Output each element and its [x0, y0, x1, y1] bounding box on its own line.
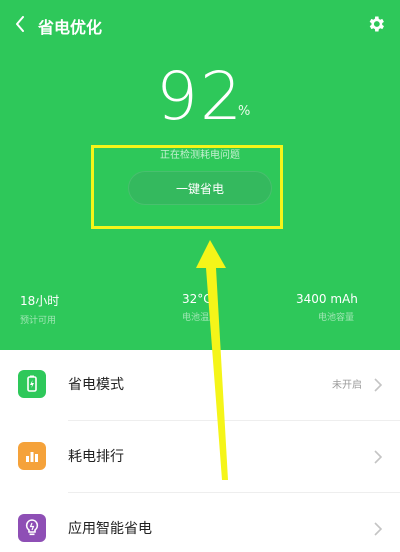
settings-button[interactable] — [364, 12, 388, 36]
back-arrow-icon — [16, 16, 24, 32]
stat-value: 3400 mAh — [296, 292, 358, 306]
annotation-highlight-box — [91, 145, 283, 229]
list-item-status: 未开启 — [332, 380, 362, 391]
back-button[interactable] — [10, 12, 30, 36]
stat-label: 预计可用 — [20, 316, 57, 326]
battery-mode-icon — [18, 370, 46, 398]
lightbulb-icon — [18, 514, 46, 542]
chevron-right-icon — [372, 448, 384, 466]
stat-temperature: 32°C 电池温度 — [160, 292, 240, 323]
list-item-label: 应用智能省电 — [68, 521, 152, 537]
list-item-label: 耗电排行 — [68, 449, 124, 465]
battery-percent: 92 — [0, 58, 400, 135]
battery-percent-value: 92 — [156, 58, 244, 135]
page-title: 省电优化 — [38, 18, 103, 37]
battery-percent-unit: % — [238, 104, 251, 119]
bar-chart-icon — [18, 442, 46, 470]
stat-value: 32°C — [182, 292, 212, 306]
gear-icon — [369, 16, 384, 32]
optimization-list: 省电模式 未开启 耗电排行 应用智能省电 — [0, 350, 400, 552]
stat-label: 电池温度 — [182, 313, 219, 323]
stat-capacity: 3400 mAh 电池容量 — [296, 292, 386, 323]
stat-value: 18小时 — [20, 294, 60, 308]
divider — [68, 420, 400, 421]
chevron-right-icon — [372, 376, 384, 394]
divider — [68, 492, 400, 493]
list-item-label: 省电模式 — [68, 377, 124, 393]
stat-remaining-time: 18小时 预计可用 — [20, 292, 98, 326]
list-item-power-ranking[interactable]: 耗电排行 — [0, 422, 400, 494]
chevron-right-icon — [372, 520, 384, 538]
stat-label: 电池容量 — [318, 313, 355, 323]
list-item-power-saving-mode[interactable]: 省电模式 未开启 — [0, 350, 400, 422]
list-item-smart-app-saving[interactable]: 应用智能省电 — [0, 494, 400, 552]
